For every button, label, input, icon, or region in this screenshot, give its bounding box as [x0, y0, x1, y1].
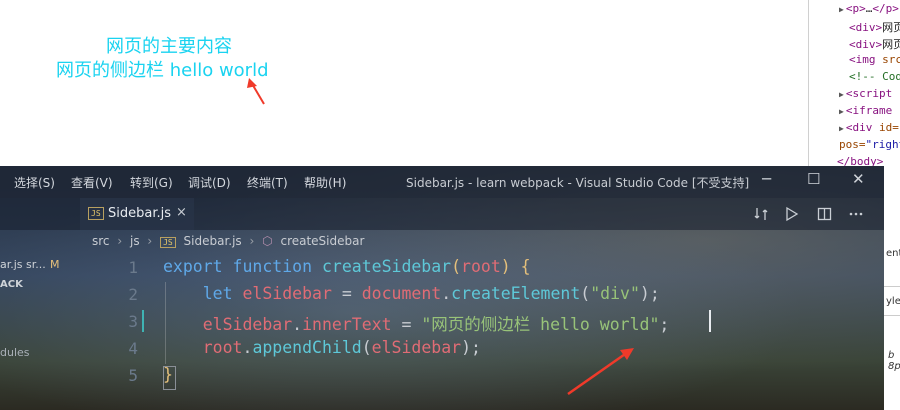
annotation-arrow-icon — [567, 348, 634, 396]
annotation-arrow-icon — [247, 78, 265, 105]
annotation-arrows — [247, 78, 634, 396]
